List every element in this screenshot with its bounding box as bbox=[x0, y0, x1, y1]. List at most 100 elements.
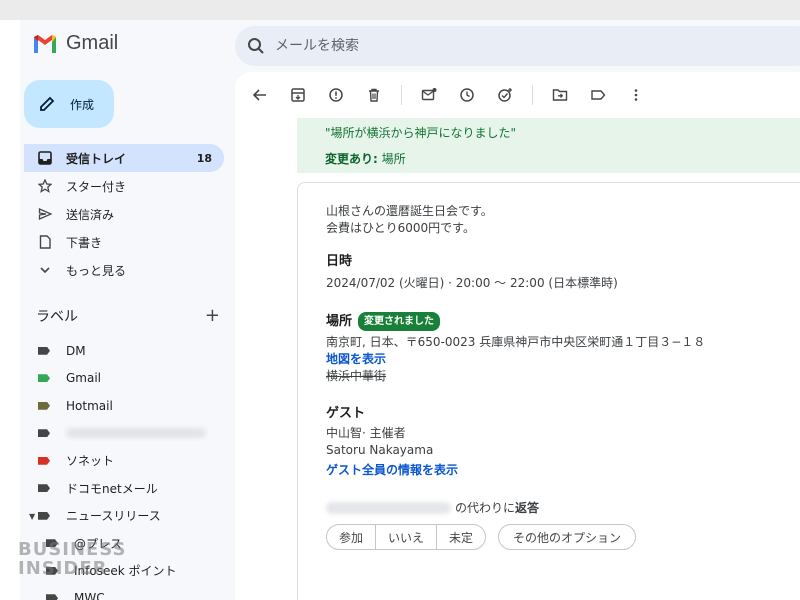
add-task-icon bbox=[498, 88, 512, 102]
delete-icon bbox=[369, 88, 379, 102]
move-to-button[interactable] bbox=[549, 84, 571, 106]
view-all-guests-link[interactable]: ゲスト全員の情報を表示 bbox=[326, 462, 800, 479]
nav-item-sent[interactable]: 送信済み bbox=[24, 200, 224, 228]
other-options-button[interactable]: その他のオプション bbox=[498, 524, 637, 550]
label-item-sonet[interactable]: ソネット bbox=[24, 447, 224, 475]
nav-label: 下書き bbox=[66, 235, 103, 250]
nav-item-starred[interactable]: スター付き bbox=[24, 172, 224, 200]
more-icon bbox=[634, 89, 638, 101]
inbox-icon bbox=[38, 151, 52, 165]
toolbar-divider bbox=[401, 85, 402, 105]
changed-badge: 変更されました bbox=[358, 312, 441, 331]
update-summary: 変更あり: 場所 bbox=[325, 150, 800, 167]
nav-label: スター付き bbox=[66, 179, 127, 194]
move-to-icon bbox=[552, 89, 568, 101]
label-tag-icon bbox=[38, 346, 50, 355]
event-description-line2: 会費はひとり6000円です。 bbox=[326, 221, 475, 235]
blurred-label-name bbox=[66, 428, 206, 439]
labels-title: ラベル bbox=[36, 308, 78, 325]
star-icon bbox=[38, 179, 52, 193]
archive-button[interactable] bbox=[287, 84, 309, 106]
nav-label: 受信トレイ bbox=[66, 151, 127, 166]
gmail-app: Gmail 作成 受信トレイ 18 スター付き 送信済み 下書き bbox=[20, 20, 800, 600]
label-item-news-release[interactable]: ▼ ニュースリリース bbox=[24, 502, 224, 530]
date-value: 2024/07/02 (火曜日) · 20:00 ～ 22:00 (日本標準時) bbox=[326, 276, 618, 290]
rsvp-controls: 参加 いいえ 未定 その他のオプション bbox=[326, 524, 800, 550]
send-icon bbox=[38, 208, 52, 220]
nav-item-more[interactable]: もっと見る bbox=[24, 256, 224, 284]
compose-label: 作成 bbox=[70, 97, 95, 112]
change-label: 変更あり: bbox=[325, 152, 378, 166]
message-toolbar bbox=[235, 72, 800, 118]
label-name: ソネット bbox=[66, 454, 115, 469]
label-item-mwc[interactable]: MWC bbox=[24, 585, 224, 600]
event-address: 南京町, 日本、〒650-0023 兵庫県神戸市中央区栄町通１丁目３−１８ bbox=[326, 335, 706, 349]
label-tag-icon bbox=[38, 456, 50, 465]
label-item-dm[interactable]: DM bbox=[24, 337, 224, 365]
archive-icon bbox=[291, 88, 305, 102]
message-pane: "場所が横浜から神戸になりました" 変更あり: 場所 山根さんの還暦誕生日会です… bbox=[235, 72, 800, 600]
label-name: ドコモnetメール bbox=[66, 481, 158, 496]
old-place: 横浜中華街 bbox=[326, 369, 387, 383]
label-tag-icon bbox=[46, 594, 58, 600]
nav-item-drafts[interactable]: 下書き bbox=[24, 228, 224, 256]
add-task-button[interactable] bbox=[494, 84, 516, 106]
label-item-gmail[interactable]: Gmail bbox=[24, 365, 224, 393]
label-item-docomo[interactable]: ドコモnetメール bbox=[24, 475, 224, 503]
label-tag-icon bbox=[38, 401, 50, 410]
toolbar-divider bbox=[532, 85, 533, 105]
update-quote: "場所が横浜から神戸になりました" bbox=[325, 126, 517, 140]
label-tag-icon bbox=[38, 374, 50, 383]
label-item-hotmail[interactable]: Hotmail bbox=[24, 392, 224, 420]
window-top-strip bbox=[0, 0, 800, 20]
reply-on-behalf-row: の代わりに 返答 bbox=[326, 499, 800, 516]
label-tag-icon bbox=[38, 484, 50, 493]
gmail-logo[interactable]: Gmail bbox=[32, 32, 118, 55]
snooze-button[interactable] bbox=[456, 84, 478, 106]
blurred-account-name bbox=[326, 501, 451, 514]
compose-button[interactable]: 作成 bbox=[24, 80, 114, 128]
rsvp-no-button[interactable]: いいえ bbox=[376, 525, 438, 549]
label-name: Gmail bbox=[66, 371, 102, 386]
business-insider-watermark: BUSINESS INSIDER bbox=[18, 540, 126, 578]
mark-unread-button[interactable] bbox=[418, 84, 440, 106]
event-description-line1: 山根さんの還暦誕生日会です。 bbox=[326, 204, 493, 218]
place-heading-row: 場所 変更されました bbox=[326, 312, 800, 331]
chevron-down-icon bbox=[40, 267, 50, 274]
guest-organizer: 中山智· 主催者 bbox=[326, 426, 406, 440]
back-arrow-icon bbox=[252, 89, 266, 101]
main-nav: 受信トレイ 18 スター付き 送信済み 下書き もっと見る bbox=[24, 144, 224, 284]
date-heading: 日時 bbox=[326, 254, 353, 269]
snooze-icon bbox=[460, 88, 474, 102]
label-name: MWC bbox=[74, 591, 105, 600]
delete-button[interactable] bbox=[363, 84, 385, 106]
app-name: Gmail bbox=[66, 32, 119, 54]
nav-item-inbox[interactable]: 受信トレイ 18 bbox=[24, 144, 224, 172]
guest-name: Satoru Nakayama bbox=[326, 443, 434, 457]
pencil-icon bbox=[40, 96, 55, 111]
add-label-button[interactable]: + bbox=[205, 305, 220, 326]
label-button[interactable] bbox=[587, 84, 609, 106]
watermark-line1: BUSINESS bbox=[18, 539, 127, 560]
more-button[interactable] bbox=[625, 84, 647, 106]
unread-count: 18 bbox=[196, 151, 212, 165]
search-bar[interactable] bbox=[235, 26, 800, 66]
event-card: 山根さんの還暦誕生日会です。 会費はひとり6000円です。 日時 2024/07… bbox=[297, 182, 800, 600]
label-item-blurred[interactable] bbox=[24, 420, 224, 448]
gmail-m-icon bbox=[34, 34, 56, 53]
search-icon[interactable] bbox=[247, 37, 265, 55]
rsvp-yes-button[interactable]: 参加 bbox=[327, 525, 377, 549]
search-input[interactable] bbox=[275, 38, 675, 54]
rsvp-maybe-button[interactable]: 未定 bbox=[437, 525, 485, 549]
expand-caret-icon[interactable]: ▼ bbox=[29, 512, 35, 521]
report-spam-button[interactable] bbox=[325, 84, 347, 106]
back-button[interactable] bbox=[249, 84, 271, 106]
view-map-link[interactable]: 地図を表示 bbox=[326, 351, 800, 368]
reply-bold: 返答 bbox=[515, 501, 540, 515]
change-value: 場所 bbox=[377, 152, 406, 166]
label-tag-icon bbox=[38, 429, 50, 438]
reply-suffix: の代わりに bbox=[455, 501, 516, 515]
label-tag-icon bbox=[38, 511, 50, 520]
place-heading: 場所 bbox=[326, 314, 353, 329]
label-name: DM bbox=[66, 343, 86, 358]
